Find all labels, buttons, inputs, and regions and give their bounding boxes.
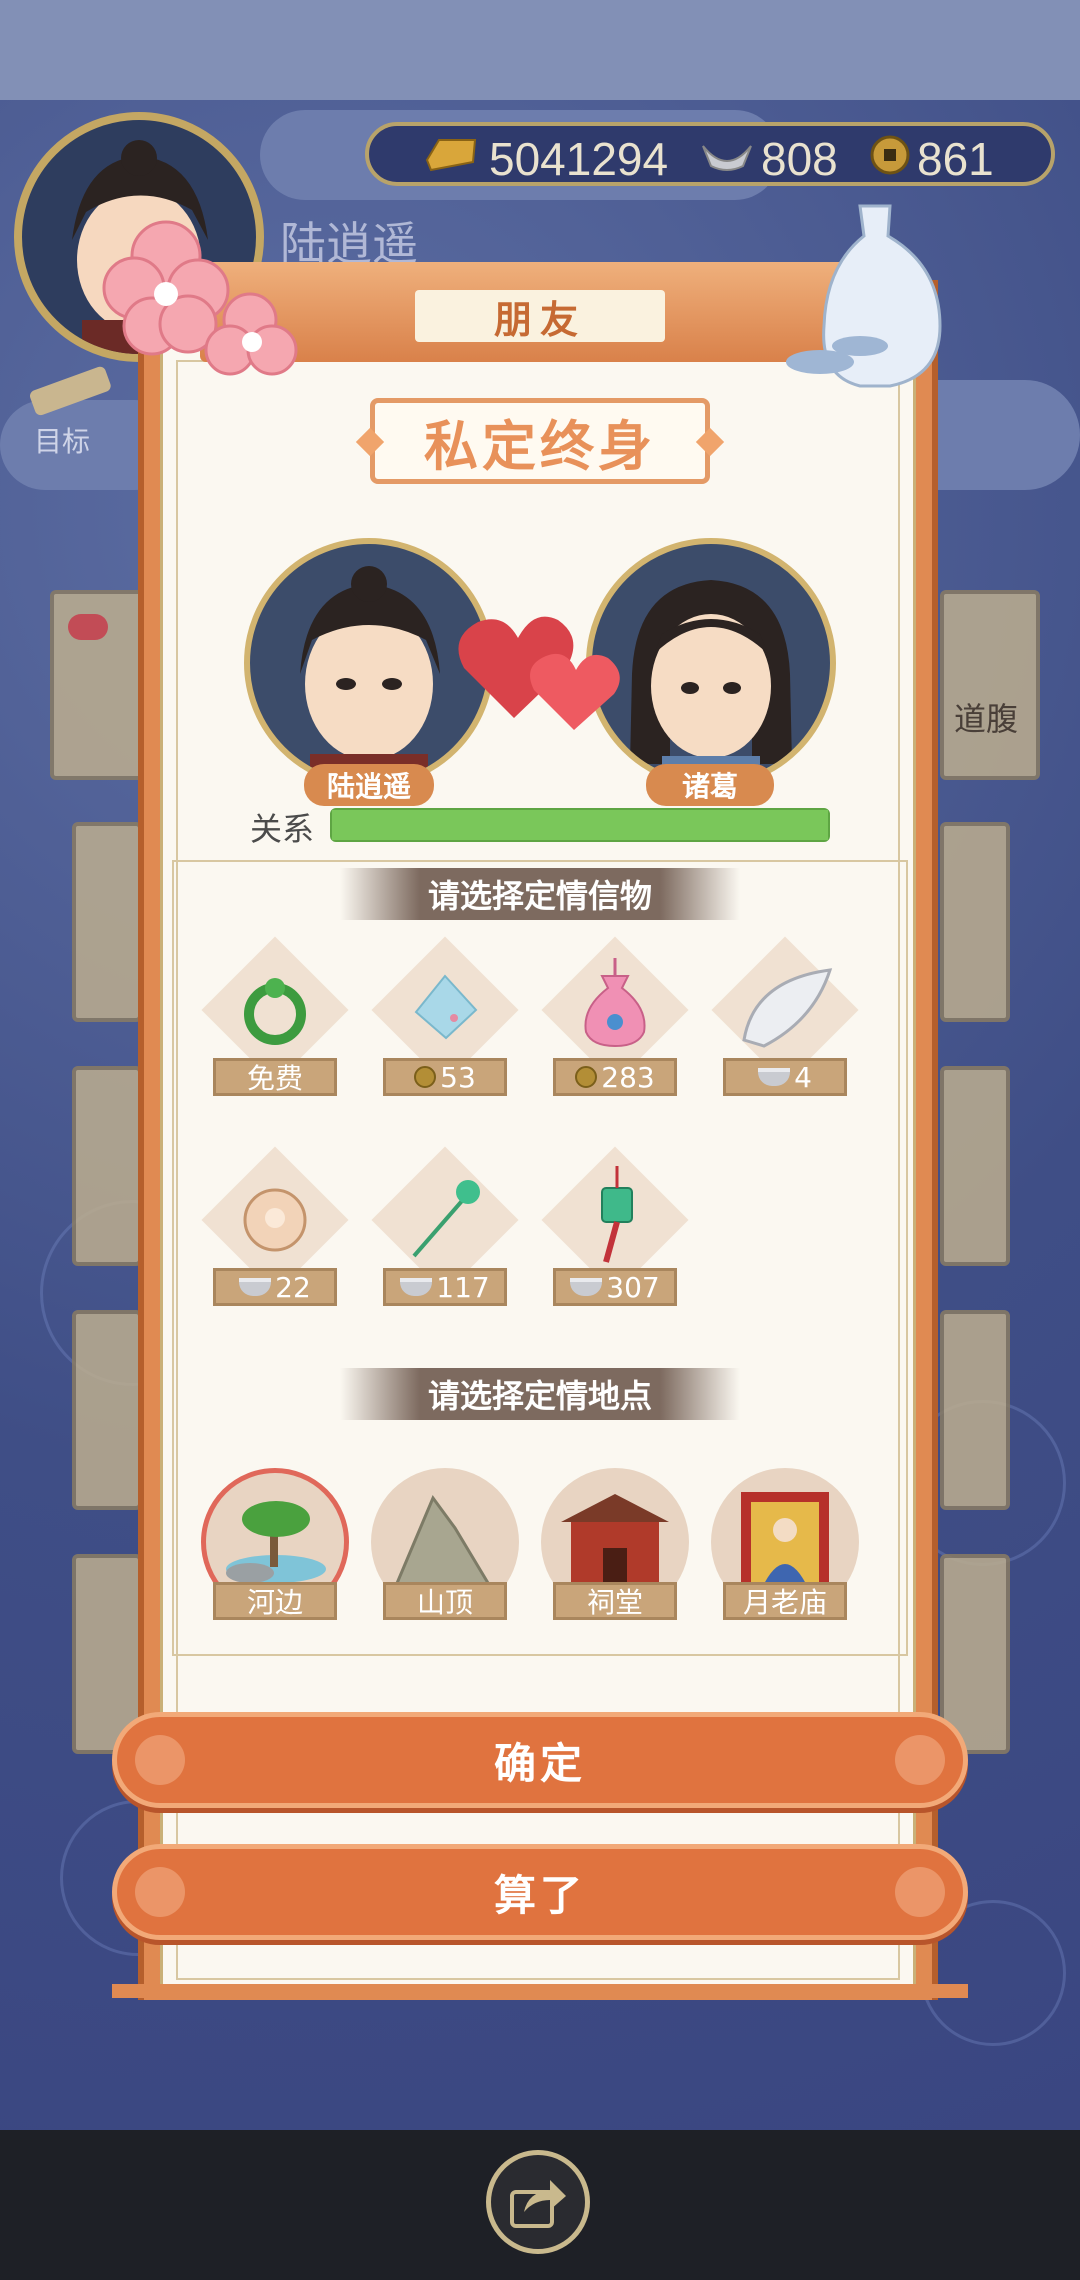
gift-price: 307 — [553, 1268, 677, 1306]
gift-price: 免费 — [213, 1058, 337, 1096]
gift-price: 117 — [383, 1268, 507, 1306]
button-ornament — [135, 1867, 185, 1917]
left-name: 陆逍遥 — [326, 770, 411, 803]
gift-price: 4 — [723, 1058, 847, 1096]
gift-price: 53 — [383, 1058, 507, 1096]
silver-ingot-icon — [239, 1278, 272, 1296]
place-matchmaker-temple[interactable]: 月老庙 — [710, 1468, 860, 1628]
resource-bar: 5041294 808 861 — [365, 122, 1055, 186]
coin-icon — [870, 135, 910, 175]
gift-price: 283 — [553, 1058, 677, 1096]
gold-amount: 5041294 — [489, 133, 669, 185]
place-label: 河边 — [213, 1582, 337, 1620]
silver-ingot-icon — [702, 145, 752, 171]
dialog-title: 私定终身 — [370, 398, 710, 484]
places-heading: 请选择定情地点 — [340, 1368, 740, 1420]
silver-ingot-icon — [570, 1278, 603, 1296]
relation-progress-bar — [330, 808, 830, 842]
bg-tile — [72, 1310, 142, 1510]
dialog-bottom-edge — [112, 1984, 968, 1998]
sachet-icon — [584, 958, 646, 1048]
gold-ingot-icon — [425, 139, 477, 172]
gift-item-handkerchief[interactable]: 53 — [370, 936, 520, 1096]
coin-amount: 861 — [917, 133, 994, 185]
coin-icon — [414, 1066, 437, 1088]
gift-item-comb[interactable]: 4 — [710, 936, 860, 1096]
left-name-tag: 陆逍遥 — [304, 764, 434, 806]
right-name: 诸葛 — [681, 770, 738, 803]
place-ancestral-hall[interactable]: 祠堂 — [540, 1468, 690, 1628]
bg-tile — [72, 822, 142, 1022]
gift-item-jade-tassel[interactable]: 307 — [540, 1146, 690, 1306]
button-ornament — [135, 1735, 185, 1785]
place-riverside[interactable]: 河边 — [200, 1468, 350, 1628]
silver-ingot-icon — [758, 1068, 791, 1086]
gifts-heading: 请选择定情信物 — [340, 868, 740, 920]
dialog-tab-title: 朋友 — [415, 290, 665, 342]
share-button[interactable] — [486, 2150, 590, 2254]
bg-tile — [940, 1310, 1010, 1510]
gift-item-hairpin[interactable]: 117 — [370, 1146, 520, 1306]
bg-tile — [940, 1066, 1010, 1266]
button-ornament — [895, 1735, 945, 1785]
place-label: 祠堂 — [553, 1582, 677, 1620]
cancel-button[interactable]: 算了 — [112, 1844, 968, 1940]
gifts-heading-text: 请选择定情信物 — [427, 877, 652, 915]
place-label: 月老庙 — [723, 1582, 847, 1620]
relation-label: 关系 — [250, 810, 315, 848]
gift-item-bracelet[interactable]: 免费 — [200, 936, 350, 1096]
comb-icon — [742, 968, 833, 1048]
places-heading-text: 请选择定情地点 — [427, 1377, 652, 1415]
share-icon — [510, 2180, 566, 2228]
green-bracelet-icon — [244, 978, 306, 1045]
dialog-title-text: 私定终身 — [424, 414, 656, 478]
bg-card-right: 道腹 — [940, 590, 1040, 780]
place-mountain-top[interactable]: 山顶 — [370, 1468, 520, 1628]
handkerchief-icon — [414, 974, 478, 1040]
top-status-area — [0, 0, 1080, 100]
hairpin-icon — [412, 1180, 480, 1258]
confirm-button[interactable]: 确定 — [112, 1712, 968, 1808]
coin-icon — [575, 1066, 598, 1088]
bg-card-text: 道腹 — [954, 700, 1019, 738]
button-ornament — [895, 1867, 945, 1917]
jade-pendant-icon — [243, 1188, 307, 1252]
gift-item-sachet[interactable]: 283 — [540, 936, 690, 1096]
bg-tile — [72, 1066, 142, 1266]
gift-price: 22 — [213, 1268, 337, 1306]
plum-blossom-icon — [102, 220, 298, 376]
place-label: 山顶 — [383, 1582, 507, 1620]
jade-tassel-icon — [601, 1166, 633, 1263]
bg-tile — [940, 822, 1010, 1022]
silver-amount: 808 — [761, 133, 838, 185]
wine-jar-icon — [786, 204, 942, 388]
gift-item-jade-pendant[interactable]: 22 — [200, 1146, 350, 1306]
silver-ingot-icon — [400, 1278, 433, 1296]
right-name-tag: 诸葛 — [646, 764, 774, 806]
goal-label[interactable]: 目标 — [34, 420, 90, 460]
hearts-icon — [458, 616, 620, 730]
relation-progress-fill — [332, 810, 828, 840]
